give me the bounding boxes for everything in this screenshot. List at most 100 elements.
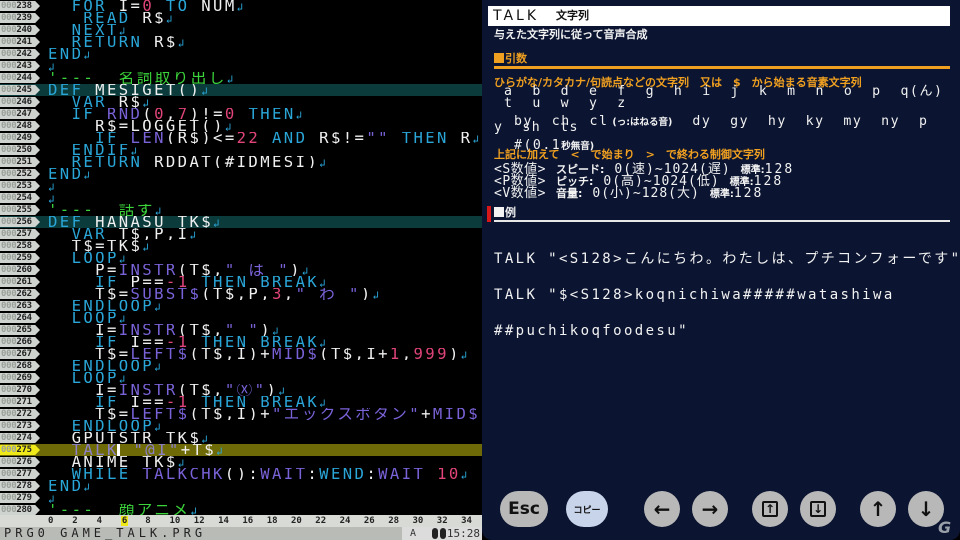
code-line[interactable]: 000268 ENDLOOP↲ <box>0 360 482 372</box>
token-fn: INSTR <box>118 264 178 276</box>
page-up-button[interactable]: ↑ <box>752 491 788 527</box>
token-id: (T$,I)+ <box>189 348 273 360</box>
section-heading-example: 例 <box>494 206 516 220</box>
example-line[interactable]: TALK "<S128>こんにちわ。わたしは、プチコンフォーです" <box>494 252 960 266</box>
line-number-padding: 000 <box>1 301 17 311</box>
code-line[interactable]: 000255 '--- 話す↲ <box>0 204 482 216</box>
code-line[interactable]: 000248 R$=LOGGET()↲ <box>0 120 482 132</box>
token-kw: IF <box>95 132 131 144</box>
token-kw: ENDLOOP <box>71 360 155 372</box>
page-down-button[interactable]: ↓ <box>800 491 836 527</box>
line-number: 000244 <box>0 73 40 83</box>
code-lines[interactable]: 000238 FOR I=0 TO NUM↲ 000239 READ R$↲ 000… <box>0 0 482 516</box>
code-line[interactable]: 000273 ENDLOOP↲ <box>0 420 482 432</box>
code-line[interactable]: 000266 IF I==-1 THEN BREAK↲ <box>0 336 482 348</box>
code-line[interactable]: 000258 T$=TK$↲ <box>0 240 482 252</box>
code-text: WHILE TALKCHK():WAIT:WEND:WAIT 10↲ <box>48 468 470 480</box>
code-line[interactable]: 000245 DEF MESIGET()↲ <box>0 84 482 96</box>
code-line[interactable]: 000256 DEF HANASU TK$↲ <box>0 216 482 228</box>
code-line[interactable]: 000251 RETURN RDDAT(#IDMESI)↲ <box>0 156 482 168</box>
code-text: ↲ <box>48 192 57 205</box>
esc-button[interactable]: Esc <box>500 491 548 527</box>
code-text: ↲ <box>48 60 57 73</box>
code-line[interactable]: 000253 ↲ <box>0 180 482 192</box>
example-code[interactable]: TALK "<S128>こんにちわ。わたしは、プチコンフォーです" TALK "… <box>494 229 960 361</box>
code-line[interactable]: 000257 VAR T$,P,I↲ <box>0 228 482 240</box>
line-number-value: 256 <box>16 217 32 227</box>
token-kw: WEND <box>319 468 367 480</box>
token-id: NUM <box>201 0 237 12</box>
copy-button[interactable]: コピー <box>566 491 608 527</box>
param-range: 0(小)~128(大) <box>592 186 700 201</box>
code-line[interactable]: 000267 T$=LEFT$(T$,I)+MID$(T$,I+1,999)↲ <box>0 348 482 360</box>
code-line[interactable]: 000272 T$=LEFT$(T$,I)+"エックスボタン"+MID$(T$↲ <box>0 408 482 420</box>
cursor-right-button[interactable]: → <box>692 491 728 527</box>
phoneme-list-row4: y sh ts <box>494 120 579 135</box>
code-line[interactable]: 000239 READ R$↲ <box>0 12 482 24</box>
code-line[interactable]: 000271 IF I==-1 THEN BREAK↲ <box>0 396 482 408</box>
line-number-value: 254 <box>16 193 32 203</box>
code-line[interactable]: 000259 LOOP↲ <box>0 252 482 264</box>
code-line[interactable]: 000269 LOOP↲ <box>0 372 482 384</box>
code-line[interactable]: 000244 '--- 名詞取り出し↲ <box>0 72 482 84</box>
token-fn: LEFT$ <box>130 348 190 360</box>
code-text: FOR I=0 TO NUM↲ <box>48 0 246 12</box>
code-line[interactable]: 000276 ANIME TK$↲ <box>0 456 482 468</box>
code-line[interactable]: 000262 T$=SUBST$(T$,P,3," わ ")↲ <box>0 288 482 300</box>
code-line[interactable]: 000264 LOOP↲ <box>0 312 482 324</box>
code-line[interactable]: 000265 I=INSTR(T$," ")↲ <box>0 324 482 336</box>
code-line[interactable]: 000241 RETURN R$↲ <box>0 36 482 48</box>
line-number-padding: 000 <box>1 457 17 467</box>
code-line[interactable]: 000252 END↲ <box>0 168 482 180</box>
line-number-padding: 000 <box>1 73 17 83</box>
code-line[interactable]: 000254 ↲ <box>0 192 482 204</box>
line-end-icon: ↲ <box>154 421 164 433</box>
code-editor[interactable]: 000238 FOR I=0 TO NUM↲ 000239 READ R$↲ 000… <box>0 0 482 540</box>
param-label: 音量: <box>555 187 583 200</box>
token-id: ) <box>260 324 273 336</box>
scroll-up-button[interactable]: ↑ <box>860 491 896 527</box>
line-number: 000267 <box>0 349 40 359</box>
cursor-left-button[interactable]: ← <box>644 491 680 527</box>
code-line[interactable]: 000263 ENDLOOP↲ <box>0 300 482 312</box>
ruler-tick: 10 <box>169 516 181 526</box>
code-line[interactable]: 000247 IF RND(0,7)!=0 THEN↲ <box>0 108 482 120</box>
line-end-icon: ↲ <box>224 121 234 133</box>
code-line[interactable]: 000238 FOR I=0 TO NUM↲ <box>0 0 482 12</box>
example-line[interactable]: ##puchikoqfoodesu" <box>494 324 960 338</box>
line-number: 000269 <box>0 373 40 383</box>
token-id: I= <box>95 324 119 336</box>
code-line[interactable]: 000278 END↲ <box>0 480 482 492</box>
code-line[interactable]: 000279 ↲ <box>0 492 482 504</box>
line-number-padding: 000 <box>1 265 17 275</box>
code-line[interactable]: 000277 WHILE TALKCHK():WAIT:WEND:WAIT 10… <box>0 468 482 480</box>
line-end-icon: ↲ <box>226 73 236 85</box>
example-line[interactable]: TALK "$<S128>koqnichiwa#####watashiwa <box>494 288 960 302</box>
token-kw: THEN BREAK <box>189 396 320 408</box>
code-line[interactable]: 000250 ENDIF↲ <box>0 144 482 156</box>
token-id: (T$,P, <box>201 288 272 300</box>
line-number: 000272 <box>0 409 40 419</box>
code-line[interactable]: 000260 P=INSTR(T$," は ")↲ <box>0 264 482 276</box>
help-title-bar: TALK 文字列 <box>488 6 950 26</box>
code-line[interactable]: 000246 VAR R$↲ <box>0 96 482 108</box>
line-number: 000277 <box>0 469 40 479</box>
line-number: 000253 <box>0 181 40 191</box>
ruler-tick: 6 <box>120 516 129 526</box>
section-accent-bar <box>487 206 491 222</box>
code-line[interactable]: 000242 END↲ <box>0 48 482 60</box>
code-line[interactable]: 000240 NEXT↲ <box>0 24 482 36</box>
line-number-value: 272 <box>16 409 32 419</box>
code-text: ANIME TK$↲ <box>48 456 187 468</box>
section-marker-icon <box>494 207 504 217</box>
code-line[interactable]: 000243 ↲ <box>0 60 482 72</box>
code-line[interactable]: 000274 GPUTSTR TK$↲ <box>0 432 482 444</box>
code-line[interactable]: 000270 I=INSTR(T$,"Ⓧ")↲ <box>0 384 482 396</box>
line-number-value: 261 <box>16 277 32 287</box>
code-line[interactable]: 000249 IF LEN(R$)<=22 AND R$!="" THEN R↲ <box>0 132 482 144</box>
code-line-current[interactable]: 000275 TALK "@I"+T$↲ <box>0 444 482 456</box>
code-line[interactable]: 000261 IF P==-1 THEN BREAK↲ <box>0 276 482 288</box>
